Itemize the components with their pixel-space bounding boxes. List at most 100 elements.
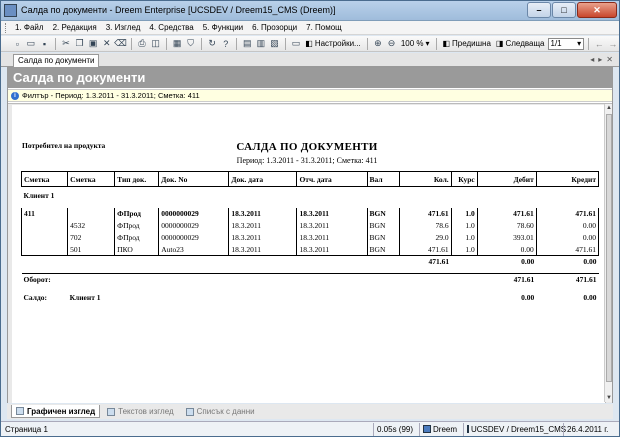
subtotal-spacer [21,255,400,268]
turnover-debit: 471.61 [477,273,537,286]
cell: 18.3.2011 [228,219,298,232]
tab-next-icon[interactable]: ▸ [598,55,602,64]
menu-functions[interactable]: 5. Функции [203,23,243,32]
tab-graphic-view[interactable]: Графичен изглед [11,405,101,418]
delete-icon[interactable]: ✕ [100,37,113,51]
tab-saldа-po-dokumenti[interactable]: Салда по документи [13,54,100,67]
scroll-up-icon[interactable]: ▲ [605,104,613,112]
toolbar: ▫ ▭ ▪ ✂ ❐ ▣ ✕ ⌫ ⎙ ◫ ▦ ⛉ ↻ ? ▤ ▥ ▧ ▭ ◧ Нас… [1,36,619,52]
cell: 18.3.2011 [228,243,298,256]
arrow-left-icon[interactable]: ← [593,37,606,51]
cell: ФПрод [114,219,160,232]
page-value: 1/1 [550,39,562,48]
cell: 78.60 [476,219,537,232]
zoom-select[interactable]: 100 % ▾ [399,39,432,48]
tab-text-view[interactable]: Текстов изглед [102,405,178,418]
print-icon[interactable]: ⎙ [136,37,149,51]
cell: 393.01 [476,231,537,244]
layout-icon[interactable]: ▤ [241,37,254,51]
cell: 1.0 [450,207,478,220]
page-select[interactable]: 1/1 ▾ [547,37,585,50]
new-icon[interactable]: ▫ [11,37,24,51]
prev-label: Предишна [452,39,491,48]
chart-icon[interactable]: ▥ [255,37,268,51]
app-icon [4,4,17,17]
subtotal-kurs [451,255,478,268]
cell: 471.61 [535,207,600,220]
prev-page-button[interactable]: ◧ Предишна [440,39,492,48]
balance-row: Салдо: Клиент 1 0.00 0.00 [22,292,599,304]
report-viewer: Потребител на продукта САЛДА ПО ДОКУМЕНТ… [8,103,612,403]
arrow-right-icon[interactable]: → [607,37,620,51]
scroll-down-icon[interactable]: ▼ [605,394,613,402]
monitor-icon[interactable]: ▭ [290,37,303,51]
table-row: 501 ПКО Auto23 18.3.2011 18.3.2011 BGN 4… [20,243,600,256]
prev-icon: ◧ [442,39,450,48]
cell: 471.61 [398,207,452,220]
menu-edit[interactable]: 2. Редакция [53,23,97,32]
group-row: Клиент 1 [22,187,599,204]
cell: 702 [67,231,116,244]
zoom-out-icon[interactable]: ⊖ [385,37,398,51]
filter-icon[interactable]: ⛉ [184,37,197,51]
settings-button[interactable]: ◧ Настройки... [303,39,362,48]
scroll-thumb[interactable] [606,114,612,382]
tab-prev-icon[interactable]: ◂ [590,55,594,64]
cell: 78.6 [398,219,452,232]
report-icon[interactable]: ▧ [268,37,281,51]
zoom-in-icon[interactable]: ⊕ [372,37,385,51]
vertical-scrollbar[interactable]: ▲ ▼ [604,104,612,402]
menu-windows[interactable]: 6. Прозорци [252,23,297,32]
subtotal-kol: 471.61 [399,255,452,268]
filter-text: Филтър - Период: 1.3.2011 - 31.3.2011; С… [22,91,200,100]
cell: 4532 [67,219,116,232]
cell: 471.61 [535,243,600,256]
minimize-button[interactable]: – [527,2,551,18]
cut-icon[interactable]: ✂ [60,37,73,51]
tab-data-list[interactable]: Списък с данни [181,405,260,418]
paste-icon[interactable]: ▣ [87,37,100,51]
maximize-button[interactable]: □ [552,2,576,18]
preview-icon[interactable]: ◫ [149,37,162,51]
document-tabstrip: Салда по документи ◂ ▸ ✕ [1,53,619,67]
window-controls: – □ ✕ [527,2,617,18]
cell [67,207,116,220]
cell: Auto23 [158,243,230,256]
settings-icon: ◧ [305,39,313,48]
data-list-icon [185,407,194,416]
cell: 18.3.2011 [228,231,298,244]
status-user-label: Dreem [433,424,458,434]
menu-view[interactable]: 3. Изглед [106,23,141,32]
copy-icon[interactable]: ❐ [73,37,86,51]
cell: ПКО [114,243,160,256]
next-icon: ◨ [495,39,504,48]
zoom-value: 100 % [400,39,424,48]
tab-graphic-view-label: Графичен изглед [27,406,96,416]
next-page-button[interactable]: ◨ Следваща [494,39,547,48]
help-icon[interactable]: ? [219,37,232,51]
clear-icon[interactable]: ⌫ [114,37,127,51]
report-table: Сметка Сметка Тип док. Док. No Док. дата… [20,171,600,304]
open-icon[interactable]: ▭ [25,37,38,51]
menu-file[interactable]: 1. Файл [15,23,44,32]
chevron-down-icon: ▾ [577,39,582,48]
toolbar-separator [236,37,237,50]
menu-grip [5,23,8,33]
tab-close-icon[interactable]: ✕ [606,55,613,64]
menu-help[interactable]: 7. Помощ [306,23,342,32]
close-button[interactable]: ✕ [577,2,617,18]
app-window: Салда по документи - Dreem Enterprise [U… [0,0,620,437]
cell: ФПрод [114,231,160,244]
balance-label: Салдо: [23,293,47,302]
report-title: САЛДА ПО ДОКУМЕНТИ [236,141,378,153]
save-icon[interactable]: ▪ [38,37,51,51]
menu-tools[interactable]: 4. Средства [149,23,193,32]
refresh-icon[interactable]: ↻ [206,37,219,51]
menu-bar: 1. Файл 2. Редакция 3. Изглед 4. Средств… [1,21,619,35]
cell: 0.00 [535,231,600,244]
grid-icon[interactable]: ▦ [171,37,184,51]
tab-data-list-label: Списък с данни [196,407,255,416]
col-header: Сметка [67,171,116,187]
cell: 0.00 [476,243,537,256]
col-header: Тип док. [114,171,160,187]
